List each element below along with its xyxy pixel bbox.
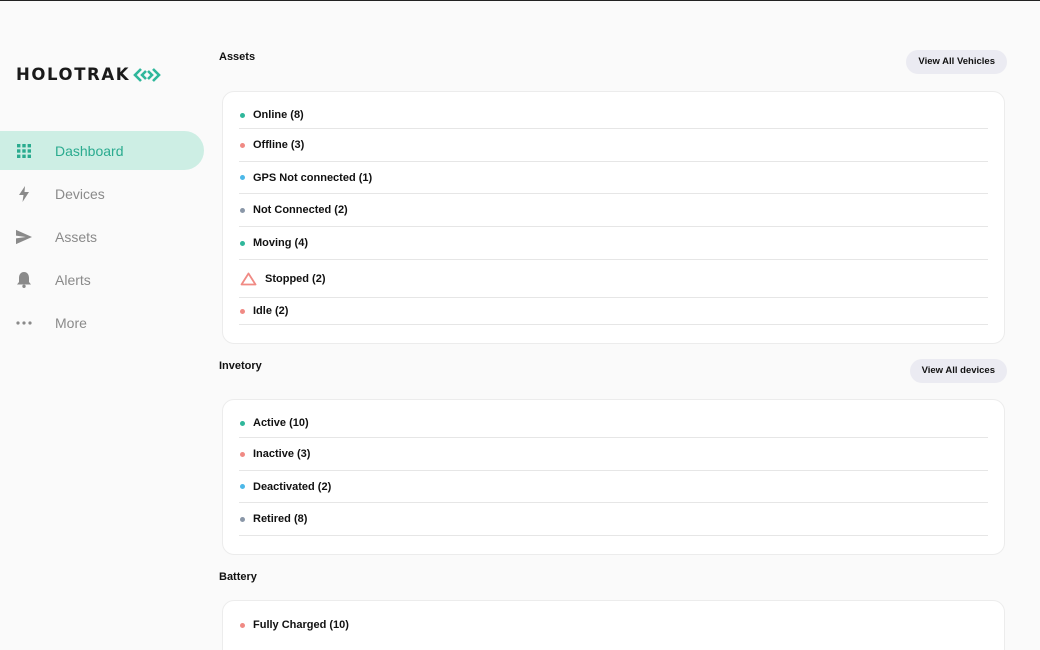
battery-card: Fully Charged (10): [222, 600, 1005, 650]
sidebar: HOLOTRAK Dashboard Devices Assets Alerts…: [0, 1, 210, 650]
sidebar-item-label: Alerts: [55, 271, 91, 288]
list-item-label: Fully Charged (10): [253, 619, 349, 631]
assets-section-title: Assets: [219, 51, 256, 63]
list-item[interactable]: Offline (3): [239, 129, 988, 162]
fully-charged-status-dot-icon: [240, 622, 245, 628]
list-item[interactable]: Not Connected (2): [239, 194, 988, 227]
list-item[interactable]: Stopped (2): [239, 260, 988, 298]
gps-status-dot-icon: [240, 175, 245, 180]
deactivated-status-dot-icon: [240, 484, 245, 489]
sidebar-item-alerts[interactable]: Alerts: [0, 260, 204, 299]
list-item[interactable]: Idle (2): [239, 298, 988, 325]
list-item[interactable]: Online (8): [239, 102, 988, 129]
list-item-label: Stopped (2): [265, 272, 326, 285]
list-item[interactable]: Deactivated (2): [239, 471, 988, 503]
sidebar-item-dashboard[interactable]: Dashboard: [0, 131, 204, 170]
sidebar-item-devices[interactable]: Devices: [0, 174, 204, 213]
sidebar-item-label: Devices: [55, 185, 105, 202]
inactive-status-dot-icon: [240, 451, 245, 457]
inventory-card: Active (10) Inactive (3) Deactivated (2)…: [222, 399, 1005, 555]
list-item-label: Active (10): [253, 417, 309, 429]
sidebar-item-label: More: [55, 314, 87, 331]
more-icon: [16, 315, 32, 331]
idle-status-dot-icon: [240, 308, 245, 314]
sidebar-item-label: Assets: [55, 228, 98, 245]
not-connected-status-dot-icon: [240, 207, 245, 213]
list-item[interactable]: Inactive (3): [239, 438, 988, 471]
view-all-vehicles-button[interactable]: View All Vehicles: [906, 50, 1007, 74]
list-item-label: Deactivated (2): [253, 480, 332, 493]
list-item-label: Idle (2): [253, 305, 289, 317]
logo-mark-icon: [132, 67, 162, 82]
list-item-label: Offline (3): [253, 139, 305, 151]
inventory-section-title: Invetory: [219, 360, 262, 372]
list-item[interactable]: Active (10): [239, 409, 988, 438]
battery-section-title: Battery: [219, 571, 257, 583]
grid-icon: [16, 143, 32, 159]
list-item-label: Moving (4): [253, 237, 308, 249]
active-status-dot-icon: [240, 420, 245, 426]
list-item[interactable]: GPS Not connected (1): [239, 162, 988, 194]
list-item[interactable]: Retired (8): [239, 503, 988, 536]
sidebar-nav: Dashboard Devices Assets Alerts More: [0, 131, 204, 346]
list-item-label: Online (8): [253, 109, 304, 121]
sidebar-item-label: Dashboard: [55, 142, 124, 159]
brand-name: HOLOTRAK: [16, 65, 131, 84]
list-item-label: Retired (8): [253, 513, 308, 525]
list-item-label: GPS Not connected (1): [253, 171, 373, 184]
warning-triangle-icon: [240, 272, 257, 286]
offline-status-dot-icon: [240, 142, 245, 148]
assets-card: Online (8) Offline (3) GPS Not connected…: [222, 91, 1005, 344]
list-item[interactable]: Moving (4): [239, 227, 988, 260]
logo[interactable]: HOLOTRAK: [16, 65, 162, 84]
list-item-label: Inactive (3): [253, 448, 311, 460]
retired-status-dot-icon: [240, 516, 245, 522]
send-icon: [16, 229, 32, 245]
view-all-devices-button[interactable]: View All devices: [909, 359, 1007, 383]
sidebar-item-assets[interactable]: Assets: [0, 217, 204, 256]
list-item[interactable]: Fully Charged (10): [239, 611, 988, 639]
bell-icon: [16, 271, 32, 288]
bolt-icon: [16, 185, 32, 202]
sidebar-item-more[interactable]: More: [0, 303, 204, 342]
moving-status-dot-icon: [240, 240, 245, 246]
list-item-label: Not Connected (2): [253, 204, 348, 216]
online-status-dot-icon: [240, 112, 245, 118]
